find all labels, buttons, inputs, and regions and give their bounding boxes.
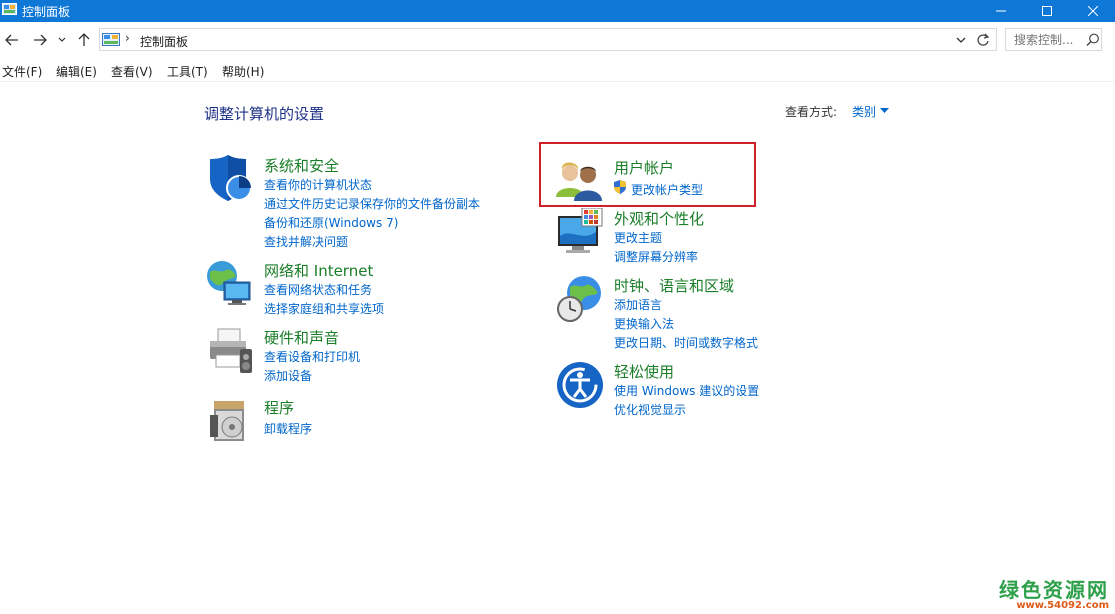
search-input[interactable]: [1006, 29, 1084, 50]
programs-icon: [210, 401, 244, 441]
caret-down-icon[interactable]: [880, 108, 889, 113]
control-panel-app-icon: [2, 3, 17, 15]
category-link[interactable]: 更改主题: [614, 229, 662, 246]
category-link[interactable]: 更改日期、时间或数字格式: [614, 334, 758, 351]
arrow-up-icon: [78, 33, 90, 46]
category-link[interactable]: 优化视觉显示: [614, 401, 686, 418]
category-link[interactable]: 卸载程序: [264, 420, 312, 437]
watermark-name: 绿色资源网: [999, 578, 1109, 602]
category-heading[interactable]: 硬件和声音: [264, 327, 339, 348]
view-by-dropdown[interactable]: 类别: [852, 103, 876, 120]
address-bar[interactable]: › 控制面板: [99, 28, 997, 51]
search-icon[interactable]: [1086, 33, 1100, 47]
watermark: 绿色资源网 www.54092.com: [965, 574, 1115, 614]
maximize-icon: [1042, 6, 1052, 16]
minimize-icon: [996, 10, 1006, 12]
chevron-down-icon: [58, 37, 66, 42]
maximize-button[interactable]: [1024, 0, 1070, 22]
up-button[interactable]: [74, 30, 94, 50]
category-link[interactable]: 更改帐户类型: [631, 181, 703, 198]
title-bar: 控制面板: [0, 0, 1115, 22]
breadcrumb-control-panel[interactable]: 控制面板: [140, 33, 188, 50]
category-heading[interactable]: 外观和个性化: [614, 208, 704, 229]
menu-view[interactable]: 查看(V): [111, 63, 153, 80]
category-heading[interactable]: 轻松使用: [614, 361, 674, 382]
category-heading[interactable]: 时钟、语言和区域: [614, 275, 734, 296]
category-link[interactable]: 查找并解决问题: [264, 233, 348, 250]
ease-of-access-icon: [557, 362, 603, 408]
appearance-monitor-icon: [558, 208, 603, 253]
category-link[interactable]: 备份和还原(Windows 7): [264, 214, 398, 231]
back-button[interactable]: [2, 30, 22, 50]
category-link[interactable]: 更换输入法: [614, 315, 674, 332]
printer-icon: [210, 328, 252, 373]
network-globe-icon: [207, 261, 251, 305]
category-link[interactable]: 通过文件历史记录保存你的文件备份副本: [264, 195, 480, 212]
watermark-url: www.54092.com: [1016, 600, 1109, 611]
menu-help[interactable]: 帮助(H): [222, 63, 264, 80]
menu-edit[interactable]: 编辑(E): [56, 63, 97, 80]
category-link[interactable]: 查看你的计算机状态: [264, 176, 372, 193]
breadcrumb-separator: ›: [125, 31, 130, 45]
refresh-icon[interactable]: [976, 32, 990, 48]
arrow-right-icon: [34, 34, 47, 46]
category-heading[interactable]: 用户帐户: [614, 157, 674, 178]
uac-shield-icon: [614, 180, 626, 194]
category-link[interactable]: 添加设备: [264, 367, 312, 384]
page-title: 调整计算机的设置: [204, 105, 325, 123]
clock-globe-icon: [557, 276, 601, 322]
category-heading[interactable]: 网络和 Internet: [264, 260, 373, 281]
window-title: 控制面板: [22, 5, 71, 19]
menu-file[interactable]: 文件(F): [2, 63, 42, 80]
category-link[interactable]: 使用 Windows 建议的设置: [614, 382, 759, 399]
menu-bar: 文件(F) 编辑(E) 查看(V) 工具(T) 帮助(H): [0, 60, 1115, 82]
menu-tools[interactable]: 工具(T): [167, 63, 208, 80]
category-link[interactable]: 调整屏幕分辨率: [614, 248, 698, 265]
minimize-button[interactable]: [978, 0, 1024, 22]
control-panel-icon: [102, 33, 120, 46]
category-link[interactable]: 添加语言: [614, 296, 662, 313]
category-link[interactable]: 查看网络状态和任务: [264, 281, 372, 298]
view-by-label: 查看方式:: [785, 105, 838, 119]
close-icon: [1088, 6, 1098, 16]
address-row: › 控制面板: [0, 25, 1115, 55]
category-heading[interactable]: 程序: [264, 397, 294, 418]
users-icon: [556, 162, 602, 201]
category-heading[interactable]: 系统和安全: [264, 155, 339, 176]
category-link[interactable]: 选择家庭组和共享选项: [264, 300, 384, 317]
shield-icon: [210, 155, 252, 201]
category-link[interactable]: 查看设备和打印机: [264, 348, 360, 365]
chevron-down-icon[interactable]: [955, 33, 967, 47]
search-box[interactable]: [1005, 28, 1102, 51]
close-button[interactable]: [1070, 0, 1115, 22]
forward-button[interactable]: [30, 30, 50, 50]
arrow-left-icon: [5, 34, 18, 46]
recent-locations-button[interactable]: [55, 30, 69, 50]
